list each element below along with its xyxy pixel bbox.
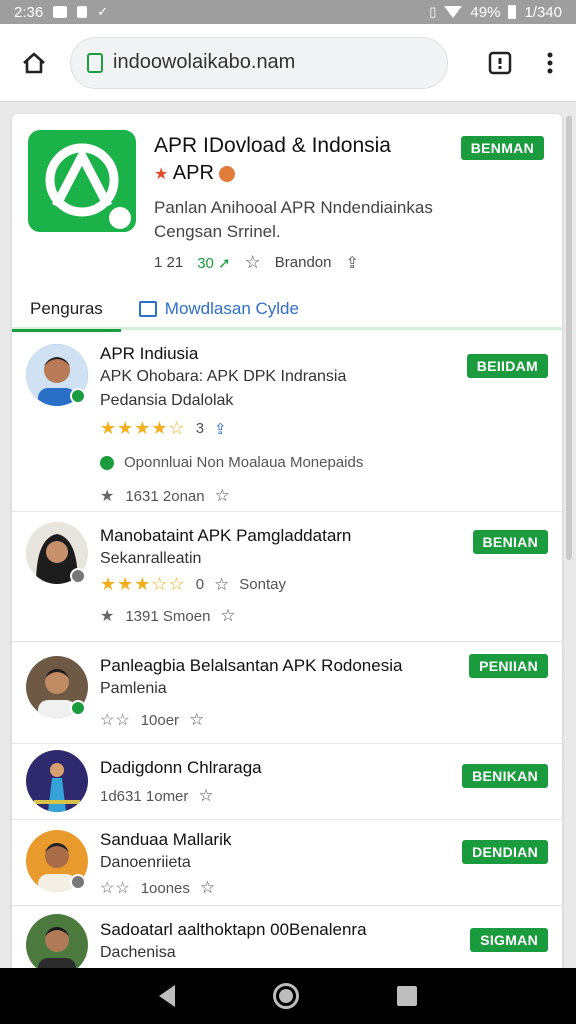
item-line1: APK Ohobara: APK DPK Indransia: [100, 368, 347, 385]
meta-downloads: 30 ➚: [197, 254, 231, 272]
sparkle-icon: ★: [154, 166, 169, 183]
item-line1: Sekanralleatin: [100, 550, 202, 567]
item-title: APR Indiusia: [100, 344, 199, 363]
status-badge: [70, 568, 86, 584]
item-line1: Pamlenia: [100, 680, 167, 697]
share-icon[interactable]: ⇪: [214, 420, 227, 438]
list-item[interactable]: Manobataint APK Pamgladdatarn Sekanralle…: [12, 512, 562, 642]
star-outline-icon[interactable]: ☆: [189, 710, 204, 730]
star-outline-icon[interactable]: ☆: [198, 786, 213, 806]
avatar: [26, 914, 88, 970]
back-icon[interactable]: [159, 985, 175, 1007]
tabs-icon[interactable]: [480, 43, 520, 83]
notification-icon-2: [77, 6, 88, 18]
item-line1: Dachenisa: [100, 944, 176, 961]
star-outline-icon[interactable]: ☆: [200, 878, 215, 898]
item-line1: Danoenriieta: [100, 854, 191, 871]
tab-mowdlasan[interactable]: Mowdlasan Cylde: [121, 289, 317, 329]
list-item[interactable]: Sadoatarl aalthoktapn 00Benalenra Dachen…: [12, 906, 562, 970]
rating-stars: ★★★★☆: [100, 418, 186, 438]
item-meta: ★ 1391 Smoen ☆: [100, 606, 236, 626]
star-icon: ★: [100, 608, 116, 625]
item-line2: Pedansia Ddalolak: [100, 392, 234, 409]
list-item[interactable]: Sanduaa Mallarik Danoenriieta ☆☆ 1oones …: [12, 820, 562, 906]
vibrate-icon: ▯: [429, 4, 437, 19]
wifi-icon: [444, 6, 463, 18]
url-text: indoowolaikabo.nam: [113, 51, 296, 73]
meta-label: Brandon: [274, 254, 332, 271]
item-rating: ★★★☆☆ 0 ☆ Sontay: [100, 574, 286, 595]
status-badge: [70, 874, 86, 890]
star-outline-icon[interactable]: ☆: [245, 252, 261, 273]
star-outline-icon[interactable]: ☆: [215, 486, 230, 506]
menu-icon[interactable]: [538, 43, 562, 83]
battery-icon: [508, 5, 517, 19]
lock-icon: [87, 52, 103, 73]
get-button[interactable]: BENIKAN: [462, 764, 548, 788]
verified-badge: [70, 388, 86, 404]
get-button[interactable]: BENIAN: [472, 530, 548, 554]
browser-toolbar: indoowolaikabo.nam: [0, 24, 576, 102]
rating-count: 3: [195, 420, 205, 437]
item-meta: ☆☆ 10oer ☆: [100, 710, 205, 730]
grid-icon: [138, 300, 157, 317]
list-item[interactable]: Dadigdonn Chlraraga 1d631 1omer ☆ BENIKA…: [12, 744, 562, 820]
app-meta: 1 21 30 ➚ ☆ Brandon ⇪: [154, 252, 359, 273]
list-item[interactable]: APR Indiusia APK Ohobara: APK DPK Indran…: [12, 330, 562, 512]
rating-stars: ★★★☆☆: [100, 574, 186, 594]
item-title: Sadoatarl aalthoktapn 00Benalenra: [100, 920, 367, 939]
page-content: APR IDovload & Indonsia ★ APR Panlan Ani…: [12, 114, 562, 970]
install-button[interactable]: BENMAN: [460, 136, 544, 160]
star-icon: ★: [100, 488, 116, 505]
status-time: 2:36: [14, 3, 44, 21]
share-icon[interactable]: ⇪: [346, 253, 359, 273]
home-icon[interactable]: [14, 43, 54, 83]
get-button[interactable]: SIGMAN: [470, 928, 548, 952]
star-icon: ☆☆: [100, 712, 131, 729]
status-bar: 2:36 ✓ ▯ 49% 1/340: [0, 0, 576, 24]
address-bar[interactable]: indoowolaikabo.nam: [70, 36, 448, 89]
tab-bar: Penguras Mowdlasan Cylde: [12, 289, 562, 332]
star-icon: ☆☆: [100, 880, 131, 897]
battery-percent: 49%: [470, 3, 501, 21]
star-outline-icon[interactable]: ☆: [214, 575, 229, 595]
tab-penguras[interactable]: Penguras: [12, 289, 121, 332]
navigation-bar: [0, 968, 576, 1024]
notification-icon: [53, 6, 68, 18]
item-title: Panleagbia Belalsantan APK Rodonesia: [100, 656, 403, 675]
item-meta: ☆☆ 1oones ☆: [100, 878, 216, 898]
app-description: Panlan Anihooal APR Nndendiainkas Cengsa…: [154, 198, 433, 241]
meta-count: 1 21: [154, 254, 184, 271]
get-button[interactable]: PENIIAN: [469, 654, 548, 678]
app-subtitle: ★ APR: [154, 162, 236, 185]
arrow-icon: ➚: [218, 254, 231, 272]
item-title: Sanduaa Mallarik: [100, 830, 232, 849]
item-title: Dadigdonn Chlraraga: [100, 758, 262, 777]
app-title: APR IDovload & Indonsia: [154, 134, 391, 157]
item-extra: Oponnluai Non Moalaua Monepaids: [100, 454, 363, 471]
home-button-icon[interactable]: [273, 983, 299, 1009]
check-circle-icon: [100, 455, 114, 470]
scrollbar[interactable]: [566, 116, 572, 560]
get-button[interactable]: BEIIDAM: [466, 354, 548, 378]
status-clock-right: 1/340: [524, 3, 562, 21]
emoji-icon: [219, 165, 236, 182]
get-button[interactable]: DENDIAN: [462, 840, 548, 864]
item-rating: ★★★★☆ 3 ⇪: [100, 418, 227, 439]
app-header: APR IDovload & Indonsia ★ APR Panlan Ani…: [12, 114, 562, 290]
verified-badge: [70, 700, 86, 716]
item-meta: 1d631 1omer ☆: [100, 786, 214, 806]
item-title: Manobataint APK Pamgladdatarn: [100, 526, 352, 545]
avatar: [26, 750, 88, 812]
list-item[interactable]: Panleagbia Belalsantan APK Rodonesia Pam…: [12, 642, 562, 744]
star-outline-icon[interactable]: ☆: [220, 606, 235, 626]
app-logo: [28, 130, 136, 232]
check-icon: ✓: [97, 4, 109, 19]
item-meta: ★ 1631 2onan ☆: [100, 486, 230, 506]
recent-apps-icon[interactable]: [397, 986, 417, 1006]
